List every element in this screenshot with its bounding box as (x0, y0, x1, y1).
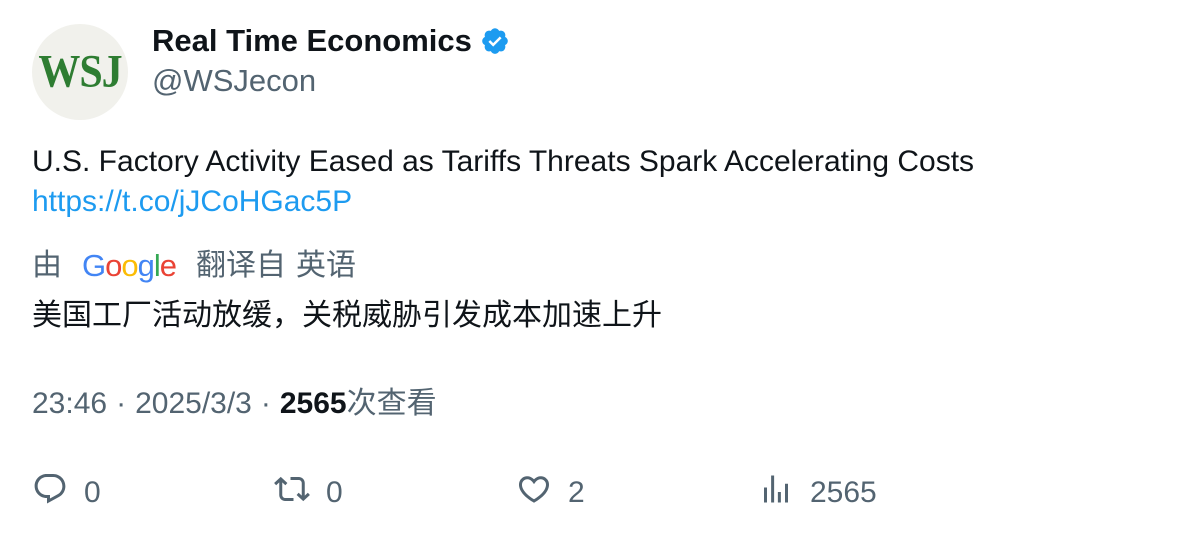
reply-count: 0 (84, 476, 101, 509)
meta-separator: · (116, 387, 127, 420)
views-count: 2565 (279, 387, 347, 420)
avatar-logo-text: WSJ (38, 46, 122, 98)
retweet-count: 0 (326, 476, 343, 509)
translated-text: 美国工厂活动放缓，关税威胁引发成本加速上升 (32, 299, 662, 332)
author-display-name[interactable]: Real Time Economics (152, 22, 472, 60)
author-name-row: Real Time Economics (152, 22, 510, 60)
translation-attribution: 由 Google 翻译自 英语 (32, 246, 356, 286)
verified-badge-icon (480, 26, 510, 56)
translation-language: 英语 (296, 249, 357, 282)
tweet-text: U.S. Factory Activity Eased as Tariffs T… (32, 142, 974, 222)
tweet-body: U.S. Factory Activity Eased as Tariffs T… (32, 145, 975, 178)
views-label: 次查看 (346, 387, 437, 420)
like-button[interactable]: 2 (516, 470, 585, 516)
retweet-icon (274, 471, 310, 515)
views-count-action: 2565 (810, 476, 877, 509)
tweet-link[interactable]: https://t.co/jJCoHGac5P (32, 182, 974, 222)
heart-icon (516, 471, 552, 515)
translation-prefix: 由 (32, 249, 62, 282)
tweet-time[interactable]: 23:46 (32, 384, 107, 424)
analytics-icon (758, 471, 794, 515)
reply-button[interactable]: 0 (32, 470, 101, 516)
avatar[interactable]: WSJ (32, 24, 128, 120)
views-button[interactable]: 2565 (758, 470, 877, 516)
tweet: WSJ Real Time Economics @WSJecon U.S. Fa… (0, 0, 1196, 538)
google-logo: Google (82, 248, 177, 283)
translation-suffix: 翻译自 (196, 249, 287, 282)
retweet-button[interactable]: 0 (274, 470, 343, 516)
author-handle[interactable]: @WSJecon (152, 62, 316, 100)
like-count: 2 (568, 476, 585, 509)
meta-separator: · (260, 387, 271, 420)
reply-icon (32, 471, 68, 515)
action-bar: 0 0 2 2565 (32, 470, 1164, 516)
tweet-meta: 23:46 · 2025/3/3 · 2565 次查看 (32, 384, 437, 424)
tweet-date[interactable]: 2025/3/3 (135, 384, 252, 424)
